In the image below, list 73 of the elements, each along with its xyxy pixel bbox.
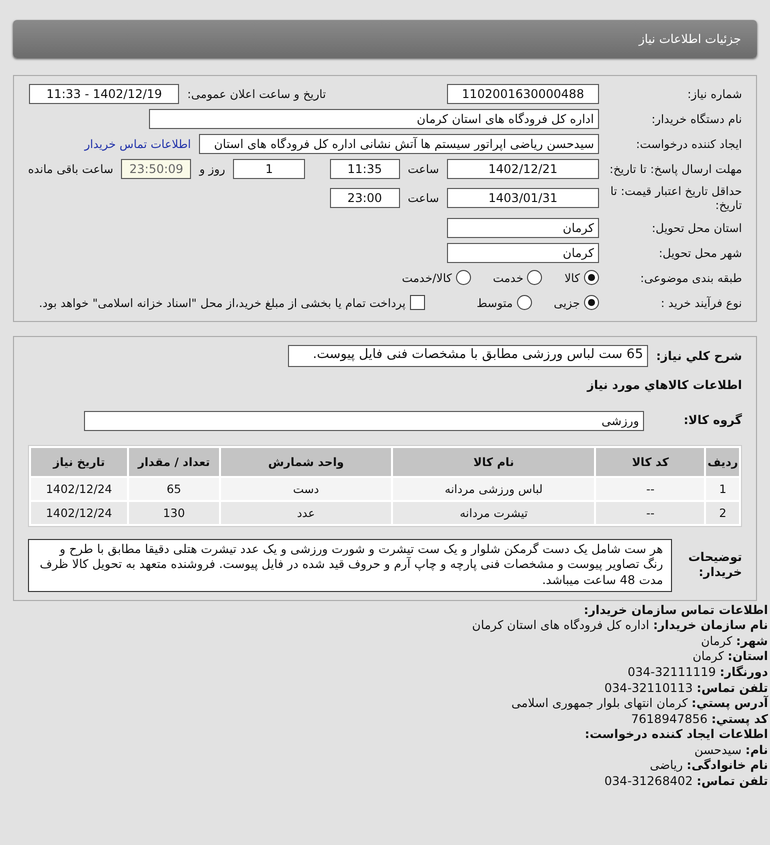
field-label: نام دستگاه خریدار: bbox=[650, 112, 742, 126]
contact-heading: اطلاعات تماس سازمان خریدار: bbox=[584, 602, 768, 618]
announce-date-field: 1402/12/19 - 11:33 bbox=[29, 84, 180, 104]
table-cell: 1402/12/24 bbox=[31, 478, 127, 500]
column-header: تاریخ نیاز bbox=[31, 448, 127, 476]
province-field: کرمان bbox=[447, 218, 599, 238]
field-label: شهر محل تحویل: bbox=[658, 246, 742, 260]
remaining-time-field: 23:50:09 bbox=[121, 159, 192, 179]
table-cell: دست bbox=[220, 478, 392, 500]
column-header: ردیف bbox=[706, 448, 739, 476]
date-field: 1402/12/21 bbox=[447, 159, 599, 179]
field-label: گروه کالا: bbox=[684, 413, 742, 428]
table-cell: -- bbox=[596, 478, 704, 500]
field-label: ساعت bbox=[408, 191, 439, 206]
field-label: استان محل تحویل: bbox=[650, 220, 742, 235]
time-field: 11:35 bbox=[330, 159, 400, 179]
radio-label: متوسط bbox=[476, 296, 513, 310]
requester-field: سیدحسن رياضی اپراتور سیستم ها آتش نشانی اداره کل فرودگاه های استان bbox=[199, 134, 599, 154]
radio-label: خدمت bbox=[492, 270, 524, 285]
radio-button[interactable] bbox=[456, 270, 471, 286]
table-cell: 1 bbox=[706, 478, 739, 500]
field-label: شرح کلي نیاز: bbox=[656, 348, 742, 363]
checkbox-label: پرداخت تمام یا بخشی از مبلغ خرید،از محل "اسناد خزانه اسلامی" خواهد بود. bbox=[38, 296, 406, 310]
column-header: تعداد / مقدار bbox=[128, 448, 219, 476]
contact-line: آدرس پستي: کرمان انتهای بلوار جمهوری اسلامی bbox=[511, 696, 768, 712]
radio-button[interactable] bbox=[584, 270, 599, 286]
column-header: واحد شمارش bbox=[220, 448, 392, 476]
field-label: روز و bbox=[199, 162, 226, 176]
page-title: جزئیات اطلاعات نیاز bbox=[13, 20, 757, 58]
radio-label: کالا/خدمت bbox=[402, 270, 452, 285]
contact-heading: اطلاعات ایجاد کننده درخواست: bbox=[584, 727, 768, 743]
field-label: طبقه بندی موضوعی: bbox=[639, 270, 742, 285]
radio-button[interactable] bbox=[516, 295, 532, 310]
contact-link[interactable]: اطلاعات تماس خریدار bbox=[84, 137, 191, 151]
days-field: 1 bbox=[233, 159, 306, 179]
field-label: تاریخ و ساعت اعلان عمومی: bbox=[187, 87, 326, 101]
table-cell: 65 bbox=[128, 478, 219, 500]
city-field: کرمان bbox=[447, 242, 599, 263]
column-header: نام کالا bbox=[393, 448, 594, 476]
time-field: 23:00 bbox=[330, 188, 400, 208]
column-header: کد کالا bbox=[596, 448, 704, 476]
section-title: اطلاعات کالاهاي مورد نیاز bbox=[587, 378, 742, 392]
field-label: حداقل تاریخ اعتبار قیمت: تا تاریخ: bbox=[609, 184, 742, 213]
field-label: مهلت ارسال پاسخ: تا تاریخ: bbox=[608, 162, 742, 176]
field-label: شماره نیاز: bbox=[686, 86, 742, 102]
table-cell: 1402/12/24 bbox=[31, 502, 127, 524]
contact-line: نام خانوادگی: رياضی bbox=[650, 758, 768, 774]
radio-button[interactable] bbox=[527, 270, 542, 286]
contact-line: نام سازمان خریدار: اداره کل فرودگاه های استان کرمان bbox=[472, 618, 768, 634]
table-cell: 2 bbox=[706, 502, 739, 524]
goods-group-field: ورزشی bbox=[84, 410, 644, 431]
checkbox[interactable] bbox=[410, 295, 425, 310]
contact-line: شهر: کرمان bbox=[700, 634, 768, 650]
radio-label: جزیی bbox=[554, 296, 580, 310]
buyer-org-field: اداره کل فرودگاه های استان کرمان bbox=[149, 109, 599, 129]
field-label: توضیحات خریدار: bbox=[688, 550, 742, 580]
field-label: ساعت باقی مانده bbox=[28, 162, 114, 176]
table-cell: لباس ورزشی مردانه bbox=[393, 478, 594, 500]
radio-button[interactable] bbox=[584, 295, 599, 310]
table-cell: تیشرت مردانه bbox=[393, 502, 594, 524]
field-label: ساعت bbox=[408, 162, 439, 176]
field-label: ایجاد کننده درخواست: bbox=[635, 136, 742, 152]
date-field: 1403/01/31 bbox=[447, 188, 599, 208]
contact-line: نام: سیدحسن bbox=[694, 742, 768, 758]
radio-label: کالا bbox=[564, 270, 580, 285]
table-cell: 130 bbox=[128, 502, 219, 524]
field-label: نوع فرآیند خرید : bbox=[660, 296, 742, 310]
summary-field: 65 ست لباس ورزشی مطابق با مشخصات فنی فایل پیوست. bbox=[288, 344, 648, 367]
table-cell: -- bbox=[596, 502, 704, 524]
buyer-notes: هر ست شامل یک دست گرمکن شلوار و یک ست تیشرت و شورت ورزشی و یک عدد تیشرت هتلی دقیقا مطابق با طرح و رنگ تصاویر پیوست و مشخصات فنی پارچه و چاپ آرم و حروف قید شده در فایل پیوست. فروشنده متعهد به تحویل کالا ظرف مدت 48 ساعت میباشد. bbox=[28, 538, 672, 592]
contact-line: استان: کرمان bbox=[692, 649, 768, 665]
need-number-field: 1102001630000488 bbox=[447, 84, 599, 104]
table-cell: عدد bbox=[220, 502, 392, 524]
